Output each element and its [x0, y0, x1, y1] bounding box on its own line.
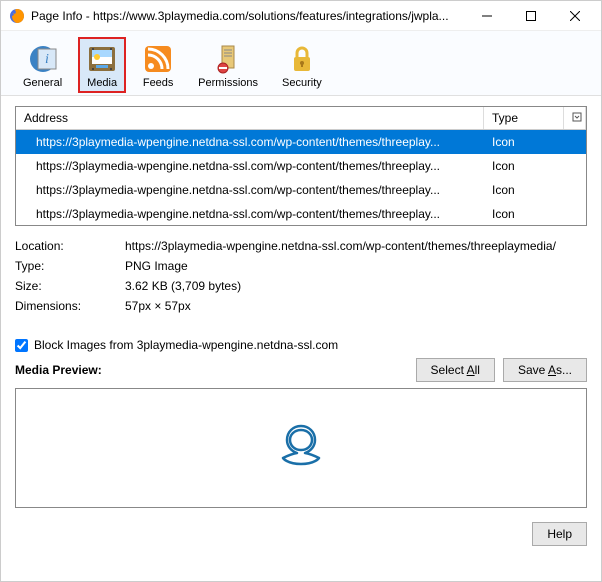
- dimensions-value: 57px × 57px: [125, 299, 587, 313]
- close-button[interactable]: [553, 2, 597, 30]
- cell-address: https://3playmedia-wpengine.netdna-ssl.c…: [16, 157, 484, 175]
- media-icon: [86, 43, 118, 75]
- window-buttons: [465, 2, 597, 30]
- tab-label: Permissions: [198, 77, 258, 89]
- type-value: PNG Image: [125, 259, 587, 273]
- save-as-button[interactable]: Save As...: [503, 358, 587, 382]
- table-row[interactable]: https://3playmedia-wpengine.netdna-ssl.c…: [16, 130, 586, 154]
- table-header: Address Type: [16, 107, 586, 130]
- tab-media[interactable]: Media: [78, 37, 126, 93]
- security-icon: [286, 43, 318, 75]
- cell-type: Icon: [484, 205, 564, 223]
- title-bar: Page Info - https://www.3playmedia.com/s…: [1, 1, 601, 31]
- bottom-bar: Help: [1, 514, 601, 554]
- firefox-icon: [9, 8, 25, 24]
- tab-security[interactable]: Security: [274, 37, 330, 93]
- size-label: Size:: [15, 279, 125, 293]
- cell-address: https://3playmedia-wpengine.netdna-ssl.c…: [16, 205, 484, 223]
- type-label: Type:: [15, 259, 125, 273]
- cell-type: Icon: [484, 133, 564, 151]
- tab-label: Feeds: [143, 77, 174, 89]
- dimensions-label: Dimensions:: [15, 299, 125, 313]
- permissions-icon: [212, 43, 244, 75]
- media-table: Address Type https://3playmedia-wpengine…: [15, 106, 587, 226]
- tab-label: Media: [87, 77, 117, 89]
- tab-toolbar: i General Media Feeds Permissions Securi…: [1, 31, 601, 96]
- preview-header: Media Preview: Select All Save As...: [15, 358, 587, 382]
- svg-text:i: i: [45, 52, 49, 67]
- info-icon: i: [27, 43, 59, 75]
- maximize-button[interactable]: [509, 2, 553, 30]
- location-value: https://3playmedia-wpengine.netdna-ssl.c…: [125, 239, 587, 253]
- table-row[interactable]: https://3playmedia-wpengine.netdna-ssl.c…: [16, 178, 586, 202]
- select-all-button[interactable]: Select All: [416, 358, 495, 382]
- table-row[interactable]: https://3playmedia-wpengine.netdna-ssl.c…: [16, 154, 586, 178]
- tab-label: Security: [282, 77, 322, 89]
- tab-label: General: [23, 77, 62, 89]
- media-preview: [15, 388, 587, 508]
- preview-image-icon: [273, 418, 330, 478]
- cell-address: https://3playmedia-wpengine.netdna-ssl.c…: [16, 181, 484, 199]
- tab-feeds[interactable]: Feeds: [134, 37, 182, 93]
- feeds-icon: [142, 43, 174, 75]
- column-type[interactable]: Type: [484, 107, 564, 129]
- location-label: Location:: [15, 239, 125, 253]
- table-row[interactable]: https://3playmedia-wpengine.netdna-ssl.c…: [16, 202, 586, 225]
- size-value: 3.62 KB (3,709 bytes): [125, 279, 587, 293]
- cell-type: Icon: [484, 181, 564, 199]
- help-button[interactable]: Help: [532, 522, 587, 546]
- block-images-row: Block Images from 3playmedia-wpengine.ne…: [15, 338, 587, 352]
- block-images-checkbox[interactable]: [15, 339, 28, 352]
- column-picker-icon[interactable]: [564, 107, 586, 129]
- tab-general[interactable]: i General: [15, 37, 70, 93]
- minimize-button[interactable]: [465, 2, 509, 30]
- column-address[interactable]: Address: [16, 107, 484, 129]
- window-title: Page Info - https://www.3playmedia.com/s…: [31, 9, 465, 23]
- table-body[interactable]: https://3playmedia-wpengine.netdna-ssl.c…: [16, 130, 586, 225]
- details-panel: Location:https://3playmedia-wpengine.net…: [15, 236, 587, 316]
- content-area: Address Type https://3playmedia-wpengine…: [1, 96, 601, 514]
- block-images-label: Block Images from 3playmedia-wpengine.ne…: [34, 338, 338, 352]
- media-preview-label: Media Preview:: [15, 363, 408, 377]
- tab-permissions[interactable]: Permissions: [190, 37, 266, 93]
- cell-type: Icon: [484, 157, 564, 175]
- cell-address: https://3playmedia-wpengine.netdna-ssl.c…: [16, 133, 484, 151]
